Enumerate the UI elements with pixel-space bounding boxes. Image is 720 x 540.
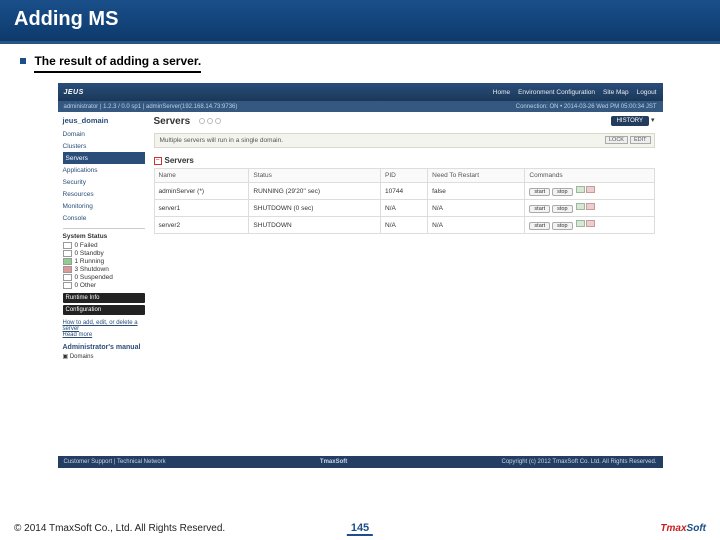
table-row: adminServer (*) RUNNING (29'20'' sec) 10… xyxy=(154,183,654,200)
stop-button[interactable]: stop xyxy=(552,188,572,196)
start-button[interactable]: start xyxy=(529,188,550,196)
cell-status: SHUTDOWN xyxy=(249,217,381,234)
start-button[interactable]: start xyxy=(529,222,550,230)
info-notice: Multiple servers will run in a single do… xyxy=(154,133,655,148)
cell-pid: N/A xyxy=(381,200,428,217)
app-header: JEUS Home Environment Configuration Site… xyxy=(58,83,663,101)
col-pid: PID xyxy=(381,169,428,183)
cell-status: RUNNING (29'20'' sec) xyxy=(249,183,381,200)
sidebar-item-resources[interactable]: Resources xyxy=(63,188,145,200)
sidebar-item-security[interactable]: Security xyxy=(63,176,145,188)
status-suspended: 0 Suspended xyxy=(75,274,113,281)
sidebar: jeus_domain Domain Clusters Servers Appl… xyxy=(58,112,150,432)
col-status: Status xyxy=(249,169,381,183)
cell-status: SHUTDOWN (0 sec) xyxy=(249,200,381,217)
status-running: 1 Running xyxy=(75,258,105,265)
cell-name[interactable]: server1 xyxy=(154,200,249,217)
nav-sitemap[interactable]: Site Map xyxy=(603,89,629,96)
sidebar-item-servers[interactable]: Servers xyxy=(63,152,145,164)
cell-name[interactable]: server2 xyxy=(154,217,249,234)
manual-title: Administrator's manual xyxy=(63,344,145,351)
cell-restart: N/A xyxy=(428,217,525,234)
edit-icon[interactable] xyxy=(576,186,585,193)
sidebar-item-monitoring[interactable]: Monitoring xyxy=(63,200,145,212)
runtime-info-button[interactable]: Runtime Info xyxy=(63,293,145,303)
system-status-title: System Status xyxy=(63,233,145,240)
slide-title: Adding MS xyxy=(0,0,720,44)
app-screenshot: JEUS Home Environment Configuration Site… xyxy=(58,83,663,468)
stop-button[interactable]: stop xyxy=(552,205,572,213)
footer-left[interactable]: Customer Support | Technical Network xyxy=(64,459,166,465)
cell-pid: 10744 xyxy=(381,183,428,200)
lock-button[interactable]: LOCK xyxy=(605,136,628,144)
sidebar-item-domain[interactable]: Domain xyxy=(63,128,145,140)
status-failed: 0 Failed xyxy=(75,242,98,249)
edit-icon[interactable] xyxy=(576,203,585,210)
configuration-button[interactable]: Configuration xyxy=(63,305,145,315)
footer-brand: TmaxSoft xyxy=(320,459,347,465)
cell-restart: false xyxy=(428,183,525,200)
nav-home[interactable]: Home xyxy=(493,89,510,96)
cell-pid: N/A xyxy=(381,217,428,234)
page-number: 145 xyxy=(347,522,373,536)
stop-button[interactable]: stop xyxy=(552,222,572,230)
brand-logo: TmaxSoft xyxy=(660,523,706,534)
cell-name[interactable]: adminServer (*) xyxy=(154,183,249,200)
help-link[interactable]: How to add, edit, or delete a server xyxy=(63,320,138,332)
edit-button[interactable]: EDIT xyxy=(630,136,651,144)
sidebar-item-applications[interactable]: Applications xyxy=(63,164,145,176)
main-panel: HISTORY ▾ Servers Multiple servers will … xyxy=(150,112,663,432)
sidebar-item-console[interactable]: Console xyxy=(63,212,145,224)
domain-name: jeus_domain xyxy=(63,116,145,125)
section-title: Servers xyxy=(165,156,194,165)
status-shutdown: 3 Shutdown xyxy=(75,266,109,273)
col-name: Name xyxy=(154,169,249,183)
footer-copyright: Copyright (c) 2012 TmaxSoft Co. Ltd. All… xyxy=(502,459,657,465)
collapse-icon[interactable]: − xyxy=(154,157,162,165)
status-standby: 0 Standby xyxy=(75,250,104,257)
session-info: administrator | 1.2.3 / 0.0 sp1 | adminS… xyxy=(64,104,238,110)
sidebar-nav: Domain Clusters Servers Applications Sec… xyxy=(63,128,145,224)
history-button[interactable]: HISTORY xyxy=(611,116,649,126)
cell-restart: N/A xyxy=(428,200,525,217)
page-heading: Servers xyxy=(154,116,191,127)
servers-table: Name Status PID Need To Restart Commands… xyxy=(154,168,655,234)
app-logo: JEUS xyxy=(64,89,84,96)
delete-icon[interactable] xyxy=(586,203,595,210)
read-more-link[interactable]: Read more xyxy=(63,332,93,338)
delete-icon[interactable] xyxy=(586,186,595,193)
sidebar-item-clusters[interactable]: Clusters xyxy=(63,140,145,152)
connection-info: Connection: ON • 2014-03-26 Wed PM 05:00… xyxy=(516,104,657,110)
col-commands: Commands xyxy=(525,169,654,183)
table-row: server2 SHUTDOWN N/A N/A startstop xyxy=(154,217,654,234)
start-button[interactable]: start xyxy=(529,205,550,213)
nav-env[interactable]: Environment Configuration xyxy=(518,89,595,96)
edit-icon[interactable] xyxy=(576,220,585,227)
slide-footer: © 2014 TmaxSoft Co., Ltd. All Rights Res… xyxy=(0,523,720,534)
status-dots-icon xyxy=(198,116,222,127)
col-restart: Need To Restart xyxy=(428,169,525,183)
app-footer: Customer Support | Technical Network Tma… xyxy=(58,456,663,468)
slide-copyright: © 2014 TmaxSoft Co., Ltd. All Rights Res… xyxy=(14,523,225,534)
delete-icon[interactable] xyxy=(586,220,595,227)
app-subheader: administrator | 1.2.3 / 0.0 sp1 | adminS… xyxy=(58,101,663,112)
nav-logout[interactable]: Logout xyxy=(637,89,657,96)
status-other: 0 Other xyxy=(75,282,97,289)
app-top-nav: Home Environment Configuration Site Map … xyxy=(487,89,657,96)
bullet-icon xyxy=(20,58,26,64)
table-row: server1 SHUTDOWN (0 sec) N/A N/A startst… xyxy=(154,200,654,217)
manual-item[interactable]: ▣ Domains xyxy=(63,353,145,360)
slide-subtitle: The result of adding a server. xyxy=(34,54,201,73)
